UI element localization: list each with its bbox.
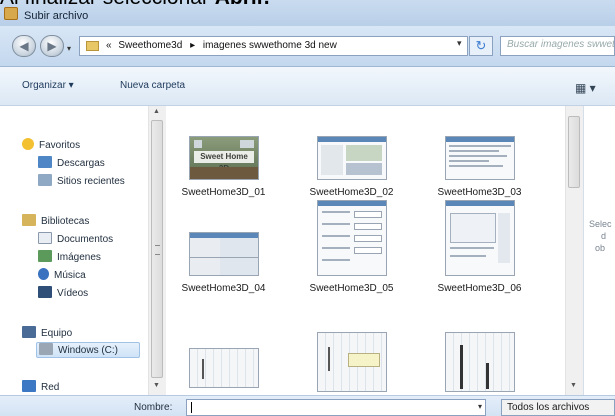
breadcrumb-item-imagenes[interactable]: imagenes swwethome 3d new bbox=[203, 40, 337, 51]
pictures-icon bbox=[38, 250, 52, 263]
scroll-up-icon[interactable]: ▲ bbox=[153, 108, 160, 115]
file-thumbnail bbox=[445, 332, 515, 392]
breadcrumb-arrow[interactable]: ▸ bbox=[190, 40, 195, 51]
organize-button[interactable]: Organizar ▾ bbox=[22, 80, 74, 91]
music-icon bbox=[38, 268, 49, 281]
recent-pages-dropdown[interactable]: ▾ bbox=[67, 44, 71, 53]
file-item-partial[interactable] bbox=[171, 348, 276, 395]
file-list-scrollbar[interactable]: ▼ bbox=[565, 106, 583, 395]
file-name-input[interactable] bbox=[186, 399, 486, 416]
file-upload-dialog: Subir archivo ◀ ▶ ▾ « Sweethome3d ▸ imag… bbox=[0, 0, 615, 416]
command-bar: Organizar ▾ Nueva carpeta ▦ ▾ bbox=[0, 67, 615, 106]
downloads-icon bbox=[38, 156, 52, 169]
refresh-button[interactable]: ↻ bbox=[469, 36, 493, 56]
file-item[interactable]: SweetHome3D_05 bbox=[299, 200, 404, 294]
documents-icon bbox=[38, 232, 52, 245]
nav-item-imagenes[interactable]: Imágenes bbox=[38, 250, 101, 266]
file-thumbnail bbox=[189, 348, 259, 388]
scroll-down-icon[interactable]: ▼ bbox=[570, 382, 577, 389]
window-title: Subir archivo bbox=[24, 10, 89, 22]
file-thumbnail bbox=[317, 200, 387, 276]
file-name: SweetHome3D_04 bbox=[181, 283, 266, 294]
nav-scrollbar[interactable]: ▲ ▼ bbox=[148, 106, 166, 395]
file-name: SweetHome3D_03 bbox=[437, 187, 522, 198]
thumbnail-text: Sweet Home 3D bbox=[194, 151, 254, 173]
folder-icon bbox=[86, 41, 99, 51]
file-name: SweetHome3D_02 bbox=[309, 187, 394, 198]
file-thumbnail bbox=[317, 332, 387, 392]
file-name: SweetHome3D_06 bbox=[437, 283, 522, 294]
forward-button[interactable]: ▶ bbox=[40, 35, 64, 57]
computer-icon bbox=[22, 326, 36, 339]
grip-icon bbox=[155, 245, 160, 255]
star-icon bbox=[22, 138, 34, 151]
nav-item-videos[interactable]: Vídeos bbox=[38, 286, 88, 302]
file-item[interactable]: SweetHome3D_04 bbox=[171, 232, 276, 305]
nav-item-favoritos[interactable]: Favoritos bbox=[22, 138, 80, 154]
nav-scroll-thumb[interactable] bbox=[151, 120, 163, 378]
nav-item-documentos[interactable]: Documentos bbox=[38, 232, 113, 248]
recent-places-icon bbox=[38, 174, 52, 187]
file-name-bar: Nombre: ▾ Todos los archivos bbox=[0, 395, 615, 416]
nav-item-equipo[interactable]: Equipo bbox=[22, 326, 72, 342]
breadcrumb-separator: « bbox=[106, 40, 112, 51]
file-thumbnail: Sweet Home 3D bbox=[189, 136, 259, 180]
libraries-icon bbox=[22, 214, 36, 227]
nav-item-red[interactable]: Red bbox=[22, 380, 59, 396]
instruction-caption: Al finalizar seleccionar Abrir. bbox=[0, 0, 270, 10]
nav-item-bibliotecas[interactable]: Bibliotecas bbox=[22, 214, 89, 230]
file-item-partial[interactable] bbox=[299, 332, 404, 395]
nav-item-musica[interactable]: Música bbox=[38, 268, 86, 284]
navigation-pane: Favoritos Descargas Sitios recientes Bib… bbox=[0, 106, 166, 395]
file-name: SweetHome3D_05 bbox=[309, 283, 394, 294]
file-thumbnail bbox=[189, 232, 259, 276]
file-item-partial[interactable] bbox=[427, 332, 532, 395]
preview-message: Selec d ob bbox=[589, 219, 612, 253]
videos-icon bbox=[38, 286, 52, 299]
nav-item-descargas[interactable]: Descargas bbox=[38, 156, 105, 172]
back-button[interactable]: ◀ bbox=[12, 35, 36, 57]
file-item[interactable]: Sweet Home 3D SweetHome3D_01 bbox=[171, 136, 276, 209]
address-bar: ◀ ▶ ▾ « Sweethome3d ▸ imagenes swwethome… bbox=[0, 26, 615, 67]
breadcrumb-item-sweethome3d[interactable]: Sweethome3d bbox=[118, 40, 182, 51]
preview-pane: Selec d ob bbox=[583, 106, 615, 395]
file-type-select[interactable]: Todos los archivos bbox=[501, 399, 615, 416]
file-name-dropdown[interactable]: ▾ bbox=[478, 402, 482, 411]
file-item[interactable]: SweetHome3D_02 bbox=[299, 136, 404, 209]
new-folder-button[interactable]: Nueva carpeta bbox=[120, 80, 185, 91]
file-name-label: Nombre: bbox=[134, 402, 173, 413]
file-thumbnail bbox=[445, 200, 515, 276]
address-dropdown[interactable]: ▾ bbox=[457, 38, 462, 49]
text-caret bbox=[191, 402, 192, 413]
view-options-icon[interactable]: ▦ ▾ bbox=[575, 81, 596, 95]
drive-icon bbox=[39, 343, 53, 356]
file-name: SweetHome3D_01 bbox=[181, 187, 266, 198]
breadcrumb[interactable]: « Sweethome3d ▸ imagenes swwethome 3d ne… bbox=[79, 36, 468, 56]
file-item[interactable]: SweetHome3D_03 bbox=[427, 136, 532, 209]
file-item[interactable]: SweetHome3D_06 bbox=[427, 200, 532, 294]
file-list: Sweet Home 3D SweetHome3D_01 SweetHome3D… bbox=[166, 106, 564, 395]
nav-item-windows-c[interactable]: Windows (C:) bbox=[36, 342, 140, 358]
file-thumbnail bbox=[317, 136, 387, 180]
nav-item-sitios-recientes[interactable]: Sitios recientes bbox=[38, 174, 125, 190]
file-thumbnail bbox=[445, 136, 515, 180]
file-list-scroll-thumb[interactable] bbox=[568, 116, 580, 188]
scroll-down-icon[interactable]: ▼ bbox=[153, 382, 160, 389]
network-icon bbox=[22, 380, 36, 393]
search-input[interactable]: Buscar imagenes swwethome 3d new bbox=[500, 36, 615, 56]
